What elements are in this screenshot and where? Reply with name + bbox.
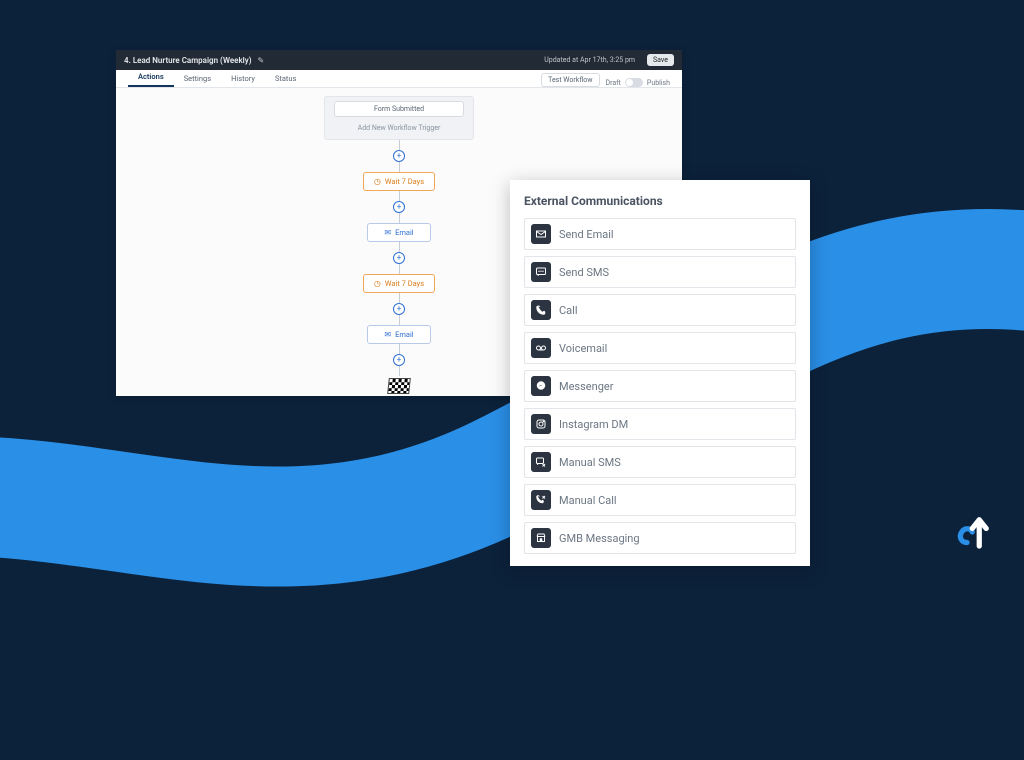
action-instagram[interactable]: Instagram DM [524,408,796,440]
step-label: Email [395,228,414,237]
step-label: Wait 7 Days [385,177,424,186]
connector [399,191,400,201]
action-call[interactable]: Call [524,294,796,326]
draft-label: Draft [606,79,621,87]
add-step-button[interactable]: + [393,354,405,366]
email-icon: ✉ [384,330,391,339]
external-communications-panel: External Communications Send Email Send S… [510,180,810,566]
manualsms-icon [531,452,551,472]
connector [399,315,400,325]
add-trigger-button[interactable]: Add New Workflow Trigger [334,121,464,135]
add-step-button[interactable]: + [393,303,405,315]
action-manualcall[interactable]: Manual Call [524,484,796,516]
instagram-icon [531,414,551,434]
add-step-button[interactable]: + [393,201,405,213]
panel-heading: External Communications [524,194,796,208]
action-label: GMB Messaging [559,532,640,545]
email-icon: ✉ [384,228,391,237]
action-sms[interactable]: Send SMS [524,256,796,288]
email-step[interactable]: ✉ Email [367,325,431,344]
action-label: Manual Call [559,494,617,507]
save-button[interactable]: Save [647,54,674,66]
connector [399,242,400,252]
step-label: Wait 7 Days [385,279,424,288]
email-icon [531,224,551,244]
action-email[interactable]: Send Email [524,218,796,250]
tab-bar: Actions Settings History Status Test Wor… [116,70,682,88]
gmb-icon [531,528,551,548]
action-messenger[interactable]: Messenger [524,370,796,402]
add-step-button[interactable]: + [393,150,405,162]
connector [399,140,400,150]
action-label: Voicemail [559,342,607,355]
publish-toggle[interactable] [625,78,643,87]
add-step-button[interactable]: + [393,252,405,264]
clock-icon: ◷ [374,279,381,288]
edit-title-icon[interactable]: ✎ [258,56,265,65]
tab-settings[interactable]: Settings [174,70,221,87]
clock-icon: ◷ [374,177,381,186]
connector [399,162,400,172]
action-voicemail[interactable]: Voicemail [524,332,796,364]
call-icon [531,300,551,320]
connector [399,344,400,354]
brand-logo [946,504,1002,560]
voicemail-icon [531,338,551,358]
trigger-pill[interactable]: Form Submitted [334,101,464,117]
email-step[interactable]: ✉ Email [367,223,431,242]
action-label: Send SMS [559,266,609,279]
connector [399,293,400,303]
tab-actions[interactable]: Actions [128,68,174,87]
action-label: Manual SMS [559,456,621,469]
updated-timestamp: Updated at Apr 17th, 3:25 pm [544,56,635,64]
wait-step[interactable]: ◷ Wait 7 Days [363,172,435,191]
action-label: Send Email [559,228,614,241]
finish-flag-icon [387,378,411,394]
messenger-icon [531,376,551,396]
action-gmb[interactable]: GMB Messaging [524,522,796,554]
step-label: Email [395,330,414,339]
connector [399,213,400,223]
sms-icon [531,262,551,282]
action-label: Call [559,304,578,317]
trigger-box: Form Submitted Add New Workflow Trigger [324,96,474,140]
wait-step[interactable]: ◷ Wait 7 Days [363,274,435,293]
action-label: Instagram DM [559,418,628,431]
test-workflow-button[interactable]: Test Workflow [541,73,599,87]
tab-history[interactable]: History [221,70,265,87]
connector [399,366,400,376]
workflow-title: 4. Lead Nurture Campaign (Weekly) [124,56,252,65]
publish-label: Publish [647,79,670,87]
tab-status[interactable]: Status [265,70,306,87]
action-manualsms[interactable]: Manual SMS [524,446,796,478]
action-label: Messenger [559,380,613,393]
manualcall-icon [531,490,551,510]
connector [399,264,400,274]
window-titlebar: 4. Lead Nurture Campaign (Weekly) ✎ Upda… [116,50,682,70]
